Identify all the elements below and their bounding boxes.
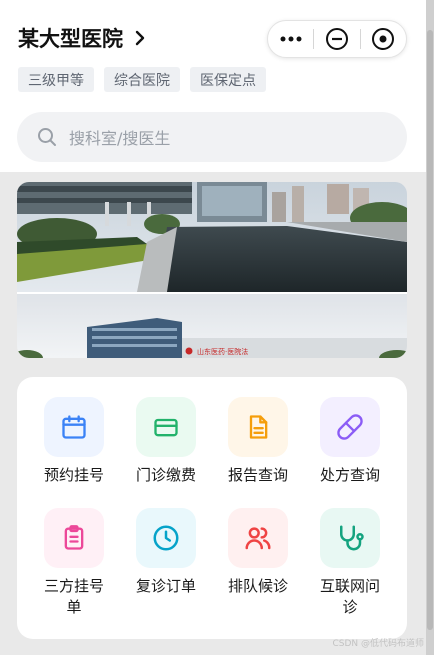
hospital-tags: 三级甲等 综合医院 医保定点 — [18, 67, 266, 92]
service-label: 排队候诊 — [227, 577, 288, 595]
search-input[interactable]: 搜科室/搜医生 — [17, 112, 407, 162]
service-label: 报告查询 — [227, 466, 288, 484]
minimize-button[interactable] — [314, 21, 359, 57]
service-third-party-registration[interactable]: 三方挂号单 — [28, 508, 120, 618]
search-placeholder: 搜科室/搜医生 — [69, 129, 171, 148]
service-report[interactable]: 报告查询 — [212, 397, 304, 486]
search-icon — [38, 128, 56, 146]
watermark: CSDN @低代码布道师 — [332, 639, 424, 649]
users-icon — [228, 508, 288, 568]
service-label: 门诊缴费 — [135, 466, 196, 484]
service-grid: 预约挂号 门诊缴费 报告查询 处方查询 三方挂号单 复诊订单 排队候诊 互联网问… — [17, 377, 407, 639]
hospital-title[interactable]: 某大型医院 — [18, 24, 149, 52]
hospital-banner[interactable]: 山东医药·医院法 — [17, 182, 407, 358]
scrollbar-thumb[interactable] — [427, 30, 433, 630]
service-follow-up[interactable]: 复诊订单 — [120, 508, 212, 597]
minus-circle-icon — [325, 28, 348, 50]
chevron-right-icon — [135, 30, 145, 46]
service-label: 处方查询 — [319, 466, 380, 484]
clock-icon — [136, 508, 196, 568]
banner-image: 山东医药·医院法 — [17, 182, 407, 358]
more-button[interactable] — [268, 21, 313, 57]
service-label: 互联网问诊 — [319, 577, 380, 616]
service-online-consultation[interactable]: 互联网问诊 — [304, 508, 396, 618]
target-circle-icon — [372, 28, 395, 50]
mini-program-capsule — [267, 20, 407, 58]
service-queue[interactable]: 排队候诊 — [212, 508, 304, 597]
service-payment[interactable]: 门诊缴费 — [120, 397, 212, 486]
tag-type: 综合医院 — [104, 67, 180, 92]
service-label: 预约挂号 — [43, 466, 104, 484]
credit-card-icon — [136, 397, 196, 457]
banner-sign: 山东医药·医院法 — [197, 347, 248, 356]
service-appointment[interactable]: 预约挂号 — [28, 397, 120, 486]
service-label: 复诊订单 — [135, 577, 196, 595]
calendar-icon — [44, 397, 104, 457]
tag-level: 三级甲等 — [18, 67, 94, 92]
more-dots-icon — [280, 36, 302, 42]
service-label: 三方挂号单 — [43, 577, 104, 616]
tag-insurance: 医保定点 — [190, 67, 266, 92]
stethoscope-icon — [320, 508, 380, 568]
service-prescription[interactable]: 处方查询 — [304, 397, 396, 486]
pill-icon — [320, 397, 380, 457]
scrollbar[interactable] — [426, 0, 434, 655]
close-button[interactable] — [361, 21, 406, 57]
document-icon — [228, 397, 288, 457]
hospital-name: 某大型医院 — [18, 27, 123, 51]
clipboard-icon — [44, 508, 104, 568]
